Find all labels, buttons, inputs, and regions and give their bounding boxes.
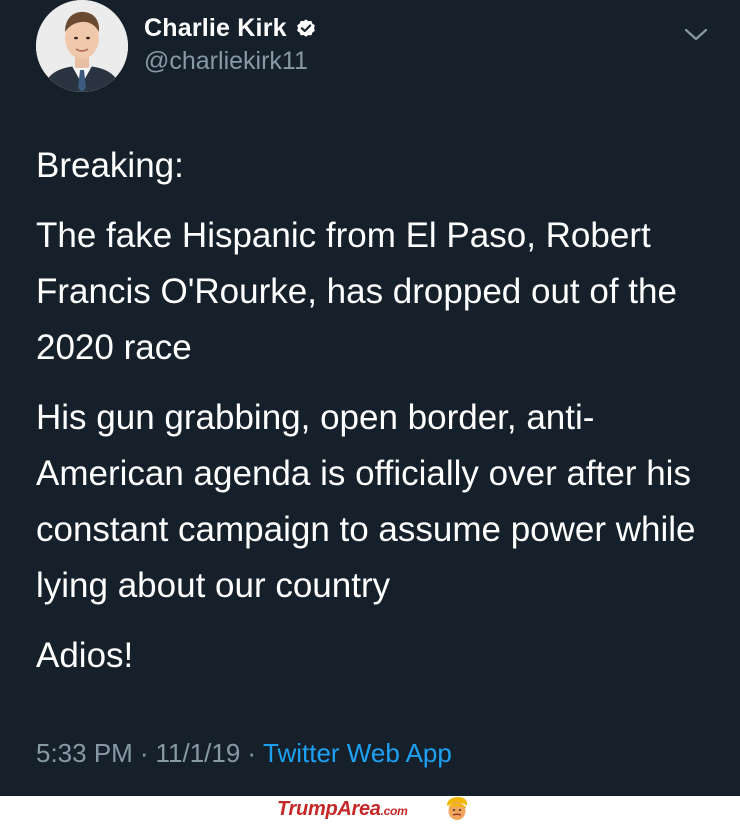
tweet-text: Breaking: The fake Hispanic from El Paso… xyxy=(36,138,716,684)
tweet-date[interactable]: 11/1/19 xyxy=(156,738,241,768)
author-name-row: Charlie Kirk xyxy=(144,14,317,43)
watermark-logo: TrumpArea.com xyxy=(277,798,408,821)
chevron-down-icon[interactable] xyxy=(682,22,710,46)
verified-badge-icon xyxy=(295,18,317,40)
profile-photo xyxy=(36,0,128,92)
watermark-bar: TrumpArea.com xyxy=(0,796,740,821)
watermark-suffix: .com xyxy=(380,804,408,818)
author-display-name[interactable]: Charlie Kirk xyxy=(144,14,287,43)
trump-face-icon xyxy=(444,796,470,821)
meta-separator: · xyxy=(139,738,149,768)
tweet-paragraph: Breaking: xyxy=(36,146,184,185)
avatar[interactable] xyxy=(36,0,128,92)
tweet-source-link[interactable]: Twitter Web App xyxy=(263,738,452,768)
tweet-paragraph: His gun grabbing, open border, anti-Amer… xyxy=(36,398,696,605)
tweet-paragraph: The fake Hispanic from El Paso, Robert F… xyxy=(36,216,677,367)
watermark-site: TrumpArea xyxy=(277,798,381,820)
tweet-time[interactable]: 5:33 PM xyxy=(36,738,133,768)
tweet-meta: 5:33 PM · 11/1/19 · Twitter Web App xyxy=(36,738,452,769)
meta-separator: · xyxy=(247,738,256,768)
tweet-card: Charlie Kirk @charliekirk11 Breaking: Th… xyxy=(0,0,740,796)
author-handle[interactable]: @charliekirk11 xyxy=(144,47,308,76)
tweet-paragraph: Adios! xyxy=(36,636,134,675)
